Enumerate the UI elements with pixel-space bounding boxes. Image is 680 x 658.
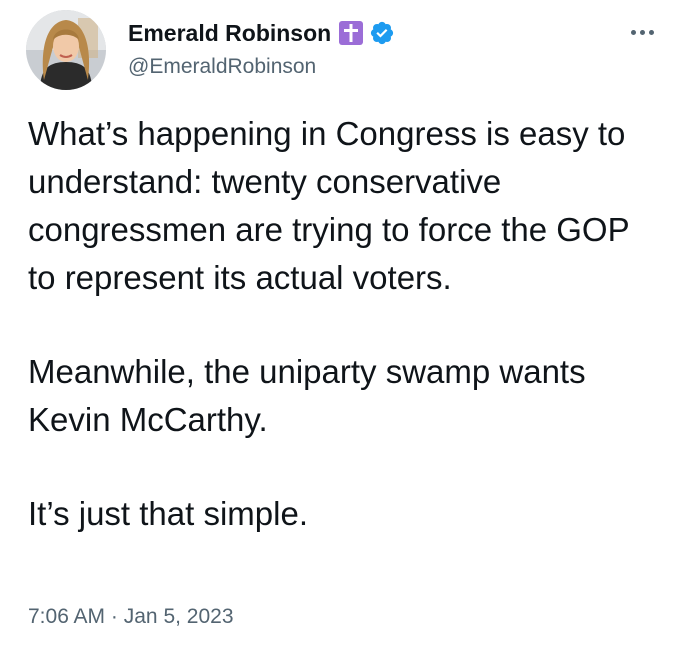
- user-handle[interactable]: @EmeraldRobinson: [128, 52, 316, 82]
- more-dot: [648, 29, 654, 35]
- avatar-photo: [26, 10, 106, 90]
- tweet-paragraph: Meanwhile, the uniparty swamp wants Kevi…: [28, 353, 586, 438]
- tweet-date: Jan 5, 2023: [123, 605, 234, 628]
- meta-separator: ·: [110, 605, 118, 628]
- tweet-time: 7:06 AM: [28, 605, 106, 628]
- tweet-paragraph: What’s happening in Congress is easy to …: [28, 115, 630, 296]
- display-name[interactable]: Emerald Robinson: [128, 16, 331, 50]
- tweet-paragraph: It’s just that simple.: [28, 495, 309, 532]
- verified-badge-icon[interactable]: [369, 20, 395, 46]
- more-dot: [639, 29, 645, 35]
- avatar[interactable]: [26, 10, 106, 90]
- tweet-header: Emerald Robinson @EmeraldRobinson: [26, 10, 666, 90]
- more-dot: [630, 29, 636, 35]
- latin-cross-icon: [339, 21, 364, 45]
- name-row: Emerald Robinson: [128, 16, 395, 50]
- tweet-timestamp[interactable]: 7:06 AM · Jan 5, 2023: [28, 602, 234, 632]
- tweet-card: Emerald Robinson @EmeraldRobinson What’s…: [0, 0, 680, 658]
- more-options-icon[interactable]: [624, 22, 660, 42]
- tweet-text: What’s happening in Congress is easy to …: [28, 110, 658, 538]
